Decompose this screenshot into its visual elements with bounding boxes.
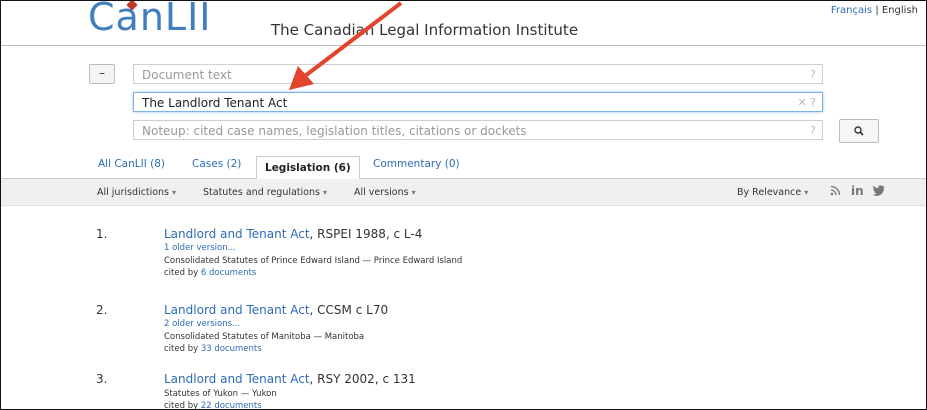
- site-header: CanLII The Canadian Legal Information In…: [1, 1, 926, 46]
- result-rank: 3.: [96, 372, 108, 386]
- statutes-dropdown[interactable]: Statutes and regulations ▾: [203, 187, 327, 198]
- english-label: English: [881, 5, 918, 16]
- document-text-help-icon[interactable]: ?: [810, 65, 816, 85]
- twitter-icon[interactable]: [872, 185, 885, 199]
- cited-by-link[interactable]: 22 documents: [201, 401, 262, 409]
- cited-by-line: cited by 22 documents: [164, 401, 262, 410]
- filter-bar: All jurisdictions ▾ Statutes and regulat…: [1, 179, 926, 206]
- cited-by-label: cited by: [164, 268, 199, 278]
- site-tagline: The Canadian Legal Information Institute: [271, 21, 579, 39]
- cited-by-link[interactable]: 6 documents: [201, 268, 256, 278]
- result-citation: , CCSM c L70: [309, 303, 389, 317]
- versions-dropdown[interactable]: All versions ▾: [354, 187, 416, 198]
- cited-by-link[interactable]: 33 documents: [201, 344, 262, 354]
- result-citation: , RSPEI 1988, c L-4: [309, 227, 423, 241]
- title-clear-help-icon[interactable]: ✕ ?: [797, 93, 816, 113]
- canlii-logo[interactable]: CanLII: [88, 0, 212, 39]
- result-tabs: All CanLII (8) Cases (2) Legislation (6)…: [1, 156, 926, 180]
- document-text-placeholder: Document text: [142, 68, 232, 82]
- result-source: Consolidated Statutes of Prince Edward I…: [164, 256, 463, 266]
- jurisdictions-label: All jurisdictions: [97, 187, 169, 198]
- noteup-help-icon[interactable]: ?: [810, 121, 816, 141]
- sort-label: By Relevance: [737, 187, 802, 198]
- document-text-field[interactable]: Document text ?: [133, 64, 823, 84]
- versions-label: All versions: [354, 187, 409, 198]
- linkedin-icon[interactable]: in: [851, 184, 864, 198]
- chevron-down-icon: ▾: [804, 188, 809, 197]
- cited-by-label: cited by: [164, 344, 199, 354]
- francais-link[interactable]: Français: [831, 5, 872, 16]
- result-title-link[interactable]: Landlord and Tenant Act: [164, 227, 310, 241]
- chevron-down-icon: ▾: [172, 188, 177, 197]
- tab-cases[interactable]: Cases (2): [192, 158, 241, 170]
- cited-by-label: cited by: [164, 401, 199, 410]
- logo-text: CanLII: [88, 0, 212, 39]
- tab-all-canlii[interactable]: All CanLII (8): [98, 158, 165, 170]
- result-citation: , RSY 2002, c 131: [309, 372, 416, 386]
- older-versions-link[interactable]: 1 older version...: [164, 243, 236, 253]
- browser-frame: CanLII The Canadian Legal Information In…: [0, 0, 927, 410]
- older-versions-link[interactable]: 2 older versions...: [164, 319, 240, 329]
- jurisdictions-dropdown[interactable]: All jurisdictions ▾: [97, 187, 176, 198]
- result-title: Landlord and Tenant Act, RSY 2002, c 131: [164, 372, 416, 386]
- rss-icon[interactable]: [830, 185, 841, 199]
- result-title-link[interactable]: Landlord and Tenant Act: [164, 372, 310, 386]
- result-rank: 2.: [96, 303, 108, 317]
- statutes-label: Statutes and regulations: [203, 187, 320, 198]
- lang-separator: |: [875, 5, 879, 16]
- cited-by-line: cited by 6 documents: [164, 268, 256, 278]
- result-title-link[interactable]: Landlord and Tenant Act: [164, 303, 310, 317]
- chevron-down-icon: ▾: [323, 188, 328, 197]
- result-title: Landlord and Tenant Act, RSPEI 1988, c L…: [164, 227, 422, 241]
- result-source: Statutes of Yukon — Yukon: [164, 389, 277, 399]
- title-field[interactable]: The Landlord Tenant Act ✕ ?: [133, 92, 823, 112]
- result-title: Landlord and Tenant Act, CCSM c L70: [164, 303, 388, 317]
- search-button[interactable]: [839, 119, 879, 143]
- cited-by-line: cited by 33 documents: [164, 344, 262, 354]
- chevron-down-icon: ▾: [411, 188, 416, 197]
- result-source: Consolidated Statutes of Manitoba — Mani…: [164, 332, 365, 342]
- result-rank: 1.: [96, 227, 108, 241]
- sort-dropdown[interactable]: By Relevance ▾: [737, 187, 808, 198]
- tab-commentary[interactable]: Commentary (0): [373, 158, 460, 170]
- search-icon: [854, 126, 864, 136]
- noteup-placeholder: Noteup: cited case names, legislation ti…: [142, 124, 527, 138]
- noteup-field[interactable]: Noteup: cited case names, legislation ti…: [133, 120, 823, 140]
- language-switcher: Français | English: [831, 5, 918, 16]
- tab-legislation[interactable]: Legislation (6): [256, 156, 360, 180]
- collapse-search-button[interactable]: –: [89, 64, 115, 84]
- title-field-value: The Landlord Tenant Act: [142, 96, 288, 110]
